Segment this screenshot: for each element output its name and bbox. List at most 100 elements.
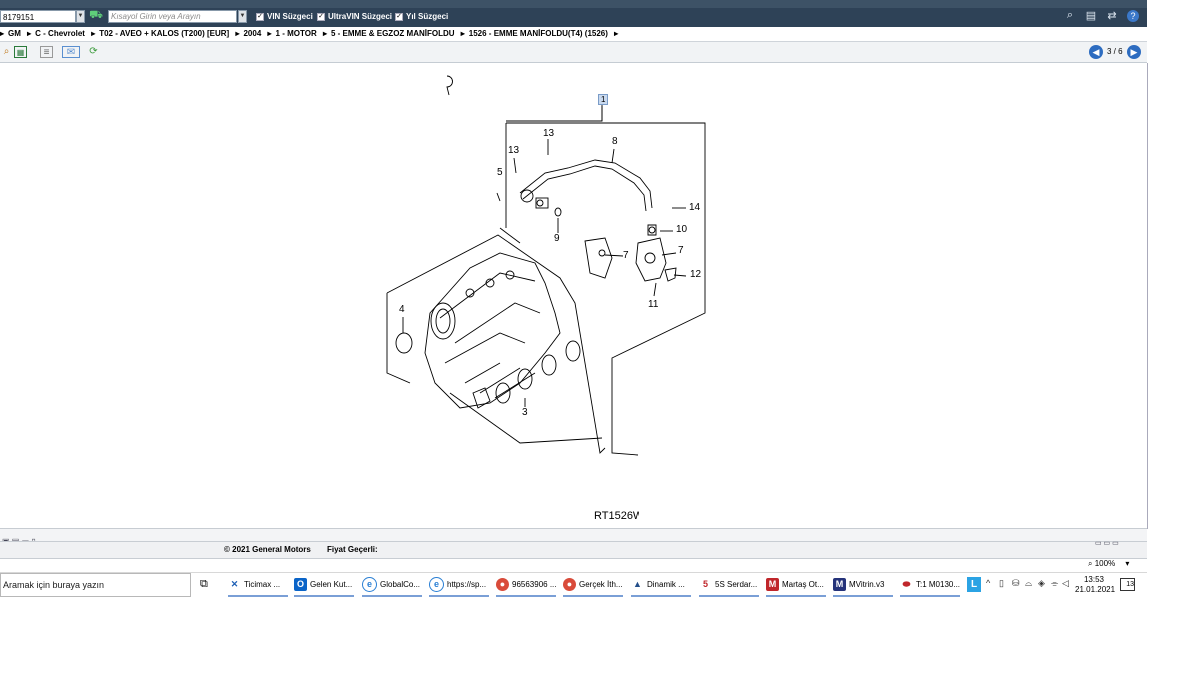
window-controls-icon[interactable]: ▭ ▭ ▭ <box>1095 539 1119 547</box>
callout-1[interactable]: 1 <box>598 94 609 105</box>
breadcrumb-arrow-icon: ▸ <box>322 29 327 38</box>
list-view-icon[interactable]: ≡ <box>40 46 53 58</box>
system-clock[interactable]: 13:53 21.01.2021 <box>1075 575 1116 595</box>
dropbox-icon[interactable]: ◈ <box>1038 578 1045 589</box>
martas-icon: M <box>766 578 779 592</box>
drive-icon[interactable]: ⛁ <box>1012 578 1020 589</box>
callout-11[interactable]: 11 <box>648 299 658 310</box>
taskbar-app-ticimax[interactable]: ✕ Ticimax ... <box>228 573 288 597</box>
ultravin-filter-label: UltraVIN Süzgeci <box>328 12 393 21</box>
print-icon[interactable]: ▤ <box>1084 9 1098 22</box>
breadcrumb-arrow-icon: ▸ <box>0 29 5 38</box>
app-t1-icon: ⬬ <box>902 579 911 590</box>
next-page-button[interactable]: ▶ <box>1127 45 1141 59</box>
breadcrumb: ▸ GM ▸ C - Chevrolet ▸ T02 - AVEO + KALOS (… <box>0 27 1147 42</box>
callout-13a[interactable]: 13 <box>543 128 554 139</box>
prev-page-button[interactable]: ◀ <box>1089 45 1103 59</box>
callout-7a[interactable]: 7 <box>678 245 684 256</box>
intake-manifold-diagram <box>386 75 706 456</box>
callout-3[interactable]: 3 <box>522 407 528 418</box>
callout-10[interactable]: 10 <box>676 224 687 235</box>
callout-8[interactable]: 8 <box>612 136 618 147</box>
taskbar-app-chrome-2[interactable]: ● Gerçek İth... <box>563 573 623 597</box>
notification-icon[interactable]: 13 <box>1120 578 1135 591</box>
parts-diagram-area: 1 13 8 13 5 14 10 9 7 7 12 11 4 3 RT1526… <box>0 63 1148 534</box>
breadcrumb-item[interactable]: 1526 - EMME MANİFOLDU(T4) (1526) <box>469 29 608 38</box>
ie-icon: e <box>362 577 377 593</box>
refresh-icon[interactable]: ⟳ <box>87 46 100 58</box>
shortcut-search-input[interactable]: Kısayol Girin veya Arayın <box>108 10 237 23</box>
clock-time: 13:53 <box>1083 575 1105 584</box>
notification-count: 13 <box>1126 581 1134 588</box>
vehicle-icon[interactable]: ⛟ <box>88 9 104 24</box>
battery-icon[interactable]: ▯ <box>999 578 1004 589</box>
help-icon[interactable]: ? <box>1127 10 1139 22</box>
callout-12[interactable]: 12 <box>690 269 701 280</box>
zoom-icon: ⌕ <box>1088 559 1093 568</box>
callout-14[interactable]: 14 <box>689 202 700 213</box>
breadcrumb-arrow-icon: ▸ <box>614 29 619 38</box>
magnifier-icon[interactable]: ⌕ <box>0 46 13 58</box>
taskbar-search-input[interactable]: Aramak için buraya yazın <box>0 573 191 597</box>
taskbar-app-globalco[interactable]: e GlobalCo... <box>362 573 422 597</box>
volume-icon[interactable]: ◁ <box>1062 578 1069 589</box>
year-filter-checkbox[interactable]: ✓ <box>395 13 403 21</box>
price-valid-label: Fiyat Geçerli: <box>327 545 378 554</box>
breadcrumb-item[interactable]: 1 - MOTOR <box>276 29 317 38</box>
breadcrumb-item[interactable]: GM <box>8 29 21 38</box>
vin-filter-label: VIN Süzgeci <box>267 12 313 21</box>
callout-9[interactable]: 9 <box>554 233 560 244</box>
vin-input[interactable]: 8179151 <box>0 10 76 23</box>
taskbar-app-browser-ie[interactable]: e https://sp... <box>429 573 489 597</box>
chevron-up-icon[interactable]: ^ <box>986 578 990 588</box>
breadcrumb-arrow-icon: ▸ <box>27 29 32 38</box>
chrome-icon: ● <box>563 578 576 592</box>
taskbar-app-outlook[interactable]: O Gelen Kut... <box>294 573 354 597</box>
taskbar-app-mvitrin[interactable]: M MVitrin.v3 <box>833 573 893 597</box>
clock-date: 21.01.2021 <box>1075 585 1116 594</box>
search-dropdown-button[interactable]: ▼ <box>238 10 247 23</box>
network-icon[interactable]: ⌓ <box>1025 578 1032 589</box>
breadcrumb-arrow-icon: ▸ <box>460 29 465 38</box>
zoom-control[interactable]: ⌕ 100% ▾ <box>1088 559 1129 569</box>
copyright-text: © 2021 General Motors <box>224 545 311 554</box>
window-title-bar <box>0 0 1147 8</box>
breadcrumb-arrow-icon: ▸ <box>267 29 272 38</box>
ultravin-filter-checkbox[interactable]: ✓ <box>317 13 325 21</box>
vin-dropdown-button[interactable]: ▼ <box>76 10 85 23</box>
table-view-icon[interactable]: ▦ <box>14 46 27 58</box>
chevron-down-icon[interactable]: ▾ <box>1125 559 1129 568</box>
breadcrumb-item[interactable]: T02 - AVEO + KALOS (T200) [EUR] <box>99 29 229 38</box>
diagram-toolbar <box>0 42 1147 63</box>
taskbar-app-martas[interactable]: M Martaş Ot... <box>766 573 826 597</box>
taskbar-app-chrome-1[interactable]: ● 96563906 ... <box>496 573 556 597</box>
ie-icon: e <box>429 577 444 593</box>
callout-4[interactable]: 4 <box>399 304 405 315</box>
ticimax-icon: ✕ <box>230 579 239 590</box>
breadcrumb-item[interactable]: 5 - EMME & EGZOZ MANİFOLDU <box>331 29 455 38</box>
5s-icon: 5 <box>702 579 708 590</box>
breadcrumb-item[interactable]: 2004 <box>243 29 261 38</box>
mvitrin-icon: M <box>833 578 846 592</box>
l-app-icon[interactable]: L <box>967 577 981 592</box>
breadcrumb-arrow-icon: ▸ <box>91 29 96 38</box>
chrome-icon: ● <box>496 578 509 592</box>
zoom-level: 100% <box>1094 559 1116 568</box>
vin-filter-checkbox[interactable]: ✓ <box>256 13 264 21</box>
taskbar-app-5s-serdar[interactable]: 5 5S Serdar... <box>699 573 759 597</box>
diagram-code: RT1526W <box>594 510 644 522</box>
transfer-icon[interactable]: ⇄ <box>1105 9 1119 22</box>
callout-7b[interactable]: 7 <box>623 250 629 261</box>
taskbar-app-t1[interactable]: ⬬ T:1 M0130... <box>900 573 960 597</box>
email-icon[interactable]: ✉ <box>62 46 80 58</box>
breadcrumb-item[interactable]: C - Chevrolet <box>35 29 85 38</box>
taskbar-app-dinamik[interactable]: ▲ Dinamik ... <box>631 573 691 597</box>
outlook-icon: O <box>294 578 307 592</box>
callout-5[interactable]: 5 <box>497 167 503 178</box>
wifi-icon[interactable]: ⌯ <box>1051 578 1058 589</box>
task-view-icon[interactable]: ⧉ <box>200 578 208 591</box>
callout-13b[interactable]: 13 <box>508 145 519 156</box>
zoom-search-icon[interactable]: ⌕ <box>1063 9 1077 22</box>
dinamik-icon: ▲ <box>633 579 642 590</box>
status-bar <box>0 541 1147 559</box>
